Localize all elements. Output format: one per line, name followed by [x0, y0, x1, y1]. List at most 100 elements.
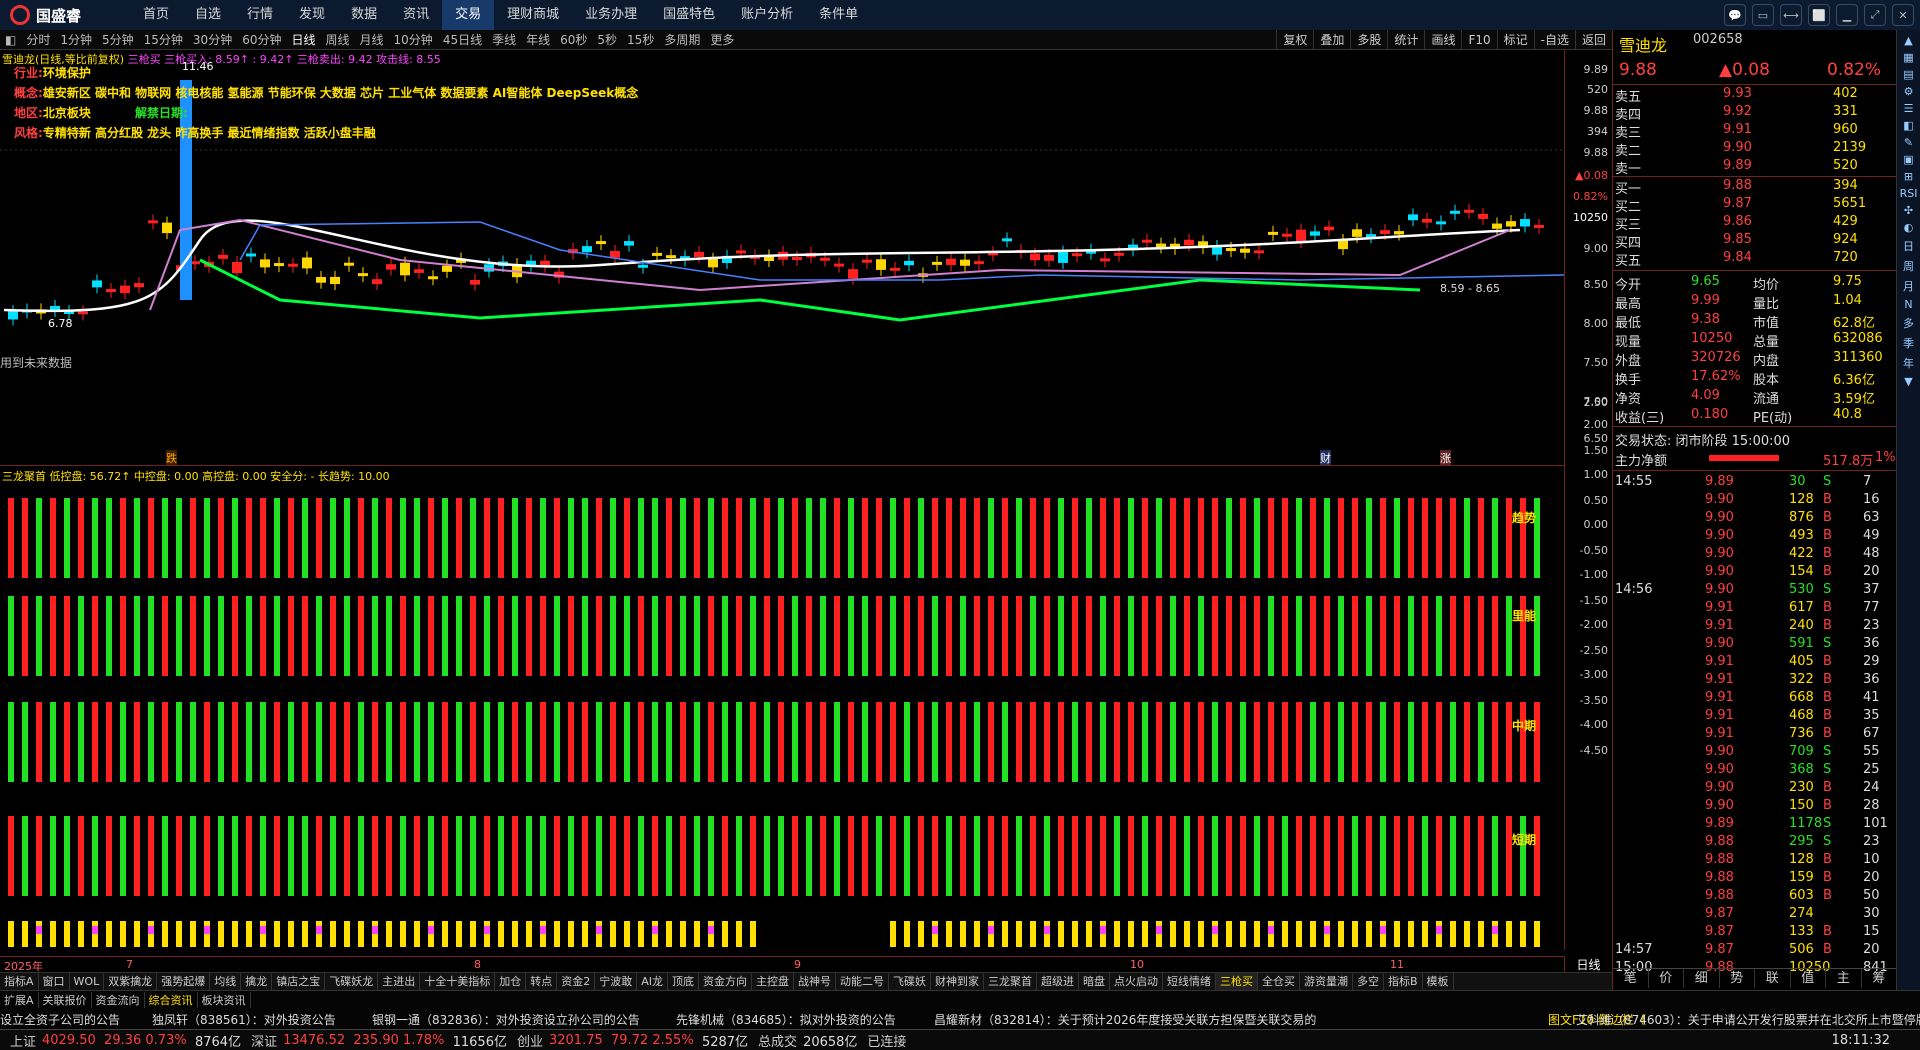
indicator-tab[interactable]: 宁波敢	[595, 973, 638, 990]
window-button-icon[interactable]: ⟷	[1780, 4, 1802, 26]
side-tool-icon[interactable]: 日	[1897, 238, 1920, 254]
side-tool-icon[interactable]: ▦	[1897, 51, 1920, 64]
info-tab[interactable]: 板块资讯	[198, 992, 251, 1008]
news-item[interactable]: 银钢一通（832836）：对外投资设立孙公司的公告	[372, 1011, 640, 1028]
side-tool-icon[interactable]: 年	[1897, 355, 1920, 371]
chart-tool-button[interactable]: 画线	[1424, 30, 1461, 50]
indicator-tab[interactable]: 顶底	[668, 973, 699, 990]
news-item[interactable]: 独凤轩（838561）：对外投资公告	[152, 1011, 336, 1028]
indicator-tab[interactable]: 游资量潮	[1300, 973, 1353, 990]
window-button-icon[interactable]: ▭	[1752, 4, 1774, 26]
period-tab[interactable]: 60秒	[555, 30, 592, 50]
indicator-tab[interactable]: 十全十美指标	[420, 973, 496, 990]
news-item[interactable]: 艾科维（874603）：关于申请公开发行股票并在北交所上市暨停牌	[1576, 1011, 1920, 1028]
quote-tab[interactable]: 筹	[1862, 969, 1897, 988]
side-tool-icon[interactable]: 多	[1897, 315, 1920, 331]
chart-tool-button[interactable]: 标记	[1496, 30, 1534, 50]
window-button-icon[interactable]: ✕	[1892, 4, 1914, 26]
indicator-tab[interactable]: 动能二号	[836, 973, 889, 990]
side-tool-icon[interactable]: ⚙	[1897, 85, 1920, 98]
chart-tool-button[interactable]: 多股	[1350, 30, 1387, 50]
chart-tool-button[interactable]: F10	[1461, 30, 1496, 50]
side-tool-icon[interactable]: ▲	[1897, 34, 1920, 47]
panel-toggle-icon[interactable]: ◧	[0, 30, 21, 50]
menu-item[interactable]: 账户分析	[728, 0, 806, 30]
indicator-tab[interactable]: 飞碟妖龙	[325, 973, 379, 990]
indicator-tab[interactable]: 主进出	[378, 973, 421, 990]
menu-item[interactable]: 国盛特色	[650, 0, 728, 30]
quote-tab[interactable]: 笔	[1613, 969, 1649, 988]
quote-tab[interactable]: 势	[1720, 969, 1755, 988]
chart-tool-button[interactable]: 叠加	[1313, 30, 1350, 50]
indicator-tab[interactable]: 多空	[1353, 973, 1384, 990]
indicator-tab[interactable]: 资金方向	[699, 973, 752, 990]
indicator-tab[interactable]: 强势起爆	[157, 973, 211, 990]
side-tool-icon[interactable]: ◐	[1897, 221, 1920, 234]
indicator-tab[interactable]: 窗口	[39, 973, 70, 990]
side-tool-icon[interactable]: ☰	[1897, 102, 1920, 115]
indicator-tab[interactable]: 指标A	[0, 973, 39, 990]
period-tab[interactable]: 30分钟	[188, 30, 237, 50]
side-tool-icon[interactable]: ⊞	[1897, 170, 1920, 183]
menu-item[interactable]: 交易	[442, 0, 495, 30]
side-tool-icon[interactable]: ◧	[1897, 119, 1920, 132]
news-item[interactable]: 先锋机械（834685）：拟对外投资的公告	[676, 1011, 896, 1028]
indicator-tab[interactable]: 短线情绪	[1163, 973, 1216, 990]
period-tab[interactable]: 1分钟	[55, 30, 97, 50]
side-tool-icon[interactable]: 周	[1897, 258, 1920, 274]
indicator-tab[interactable]: 三龙聚首	[984, 973, 1037, 990]
indicator-tab[interactable]: 转点	[526, 973, 558, 990]
indicator-tab[interactable]: 均线	[210, 973, 242, 990]
indicator-tab[interactable]: 战神号	[794, 973, 836, 990]
quote-tab[interactable]: 细	[1684, 969, 1720, 988]
chart-tool-button[interactable]: 统计	[1387, 30, 1424, 50]
quote-tab[interactable]: 价	[1649, 969, 1684, 988]
period-tab[interactable]: 周线	[321, 30, 355, 50]
indicator-tab[interactable]: 飞碟妖	[889, 973, 931, 990]
indicator-tab[interactable]: 双紫擒龙	[104, 973, 158, 990]
window-button-icon[interactable]: ⤢	[1864, 4, 1886, 26]
side-tool-icon[interactable]: RSI	[1897, 187, 1920, 200]
info-tab[interactable]: 关联报价	[39, 992, 92, 1008]
side-tool-icon[interactable]: ✎	[1897, 136, 1920, 149]
window-button-icon[interactable]: 💬	[1724, 4, 1746, 26]
quote-tab[interactable]: 主	[1826, 969, 1862, 988]
menu-item[interactable]: 理财商城	[494, 0, 572, 30]
menu-item[interactable]: 业务办理	[572, 0, 650, 30]
quote-tab[interactable]: 联	[1755, 969, 1791, 988]
period-tab[interactable]: 45日线	[438, 30, 487, 50]
indicator-tab[interactable]: 模板	[1423, 973, 1454, 990]
menu-item[interactable]: 发现	[286, 0, 338, 30]
menu-item[interactable]: 数据	[338, 0, 390, 30]
indicator-tab[interactable]: 全仓买	[1258, 973, 1300, 990]
window-button-icon[interactable]: ⬜	[1808, 4, 1830, 26]
period-tab[interactable]: 年线	[521, 30, 555, 50]
side-tool-icon[interactable]: ✣	[1897, 204, 1920, 217]
side-tool-icon[interactable]: ▼	[1897, 375, 1920, 388]
info-tab[interactable]: 扩展A	[0, 992, 39, 1008]
side-tool-icon[interactable]: 月	[1897, 278, 1920, 294]
side-tool-icon[interactable]: 季	[1897, 335, 1920, 351]
indicator-tab[interactable]: 三枪买	[1215, 973, 1258, 990]
period-tab[interactable]: 分时	[21, 30, 55, 50]
period-tab[interactable]: 15秒	[622, 30, 659, 50]
indicator-tab[interactable]: 加仓	[495, 973, 527, 990]
indicator-tab[interactable]: AI龙	[637, 973, 668, 990]
indicator-tab[interactable]: WOL	[70, 973, 105, 990]
indicator-tab[interactable]: 超级进	[1037, 973, 1079, 990]
info-tab[interactable]: 综合资讯	[145, 992, 198, 1008]
period-tab[interactable]: 5秒	[592, 30, 622, 50]
kline-chart[interactable]: 雪迪龙(日线,等比前复权) 三枪买 三枪买入: 8.59↑ : 9.42↑ 三枪…	[0, 50, 1564, 466]
indicator-tab[interactable]: 镇店之宝	[272, 973, 326, 990]
indicator-tab[interactable]: 点火启动	[1110, 973, 1163, 990]
side-tool-icon[interactable]: ▤	[1897, 68, 1920, 81]
app-logo[interactable]: 国盛睿	[0, 5, 130, 26]
quote-tab[interactable]: 值	[1791, 969, 1826, 988]
menu-item[interactable]: 首页	[130, 0, 182, 30]
info-tab[interactable]: 资金流向	[92, 992, 145, 1008]
chart-tool-button[interactable]: 复权	[1276, 30, 1313, 50]
chart-tool-button[interactable]: 返回	[1574, 30, 1612, 50]
period-tab[interactable]: 日线	[286, 30, 320, 50]
period-tab[interactable]: 月线	[355, 30, 389, 50]
indicator-tab[interactable]: 指标B	[1384, 973, 1423, 990]
